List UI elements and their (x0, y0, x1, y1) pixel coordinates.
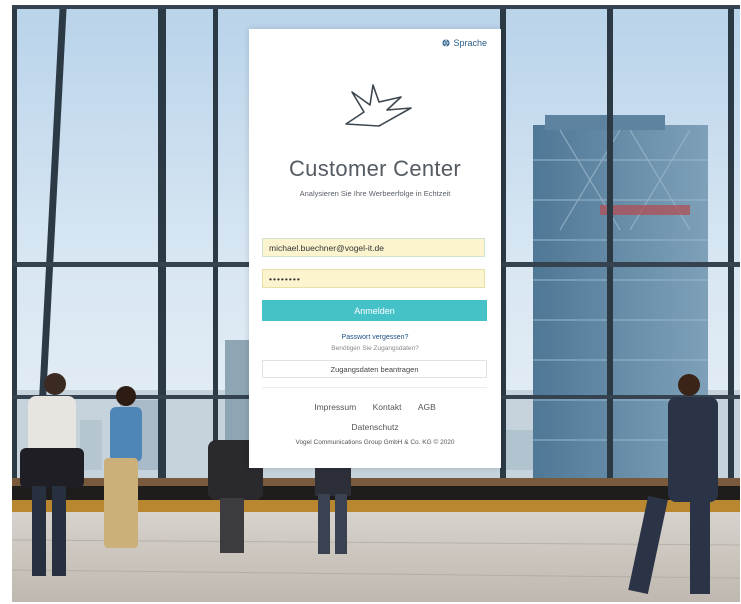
password-field[interactable] (262, 269, 485, 288)
footer-link-kontakt[interactable]: Kontakt (373, 402, 402, 412)
footer-links: Impressum Kontakt AGB (249, 402, 501, 412)
language-selector[interactable]: Sprache (442, 38, 487, 48)
need-access-text: Benötigen Sie Zugangsdaten? (331, 345, 419, 352)
copyright-text: Vogel Communications Group GmbH & Co. KG… (295, 439, 455, 446)
globe-icon (442, 39, 451, 47)
footer-link-impressum[interactable]: Impressum (314, 402, 356, 412)
email-field[interactable] (262, 238, 485, 257)
bird-logo-icon (345, 84, 412, 127)
login-card: Sprache Customer Center Analysieren Sie … (249, 29, 501, 468)
login-button[interactable]: Anmelden (262, 300, 487, 321)
language-label: Sprache (453, 38, 487, 48)
footer-link-datenschutz[interactable]: Datenschutz (249, 422, 501, 432)
forgot-password-link[interactable]: Passwort vergessen? (249, 334, 501, 341)
footer-link-agb[interactable]: AGB (418, 402, 436, 412)
page-title: Customer Center (288, 156, 461, 181)
request-access-button[interactable]: Zugangsdaten beantragen (262, 360, 487, 378)
divider (262, 387, 487, 388)
page-subtitle: Analysieren Sie Ihre Werbeerfolge in Ech… (299, 189, 451, 198)
